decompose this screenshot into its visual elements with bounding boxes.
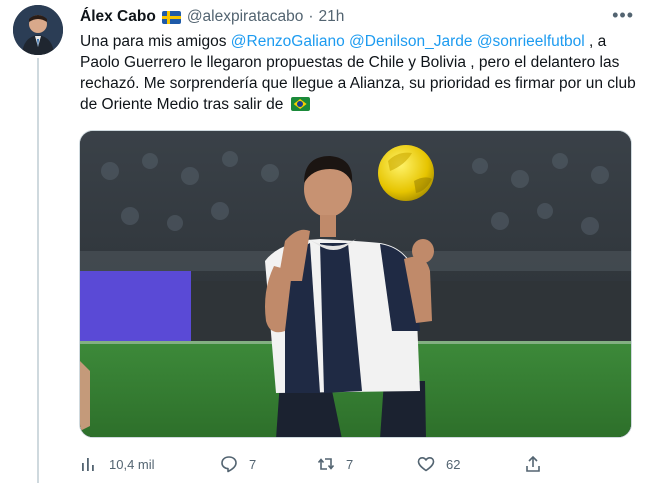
retweet-count: 7 <box>346 456 354 472</box>
views-chart-icon <box>82 458 94 471</box>
heart-icon <box>417 457 435 472</box>
retweet-icon <box>317 458 335 470</box>
avatar-image <box>13 5 63 55</box>
author-name[interactable]: Álex Cabo <box>80 8 156 26</box>
tweet-photo[interactable] <box>79 130 632 438</box>
avatar[interactable] <box>13 5 63 55</box>
more-options-icon[interactable]: ••• <box>612 6 634 24</box>
mention-sonrieelfutbol[interactable]: @sonrieelfutbol <box>477 33 585 50</box>
views-action[interactable]: 10,4 mil <box>80 452 155 476</box>
retweet-action[interactable]: 7 <box>317 452 353 476</box>
brazil-flag-icon <box>290 97 310 111</box>
views-count: 10,4 mil <box>109 456 155 472</box>
author-handle[interactable]: @alexpiratacabo <box>187 8 304 26</box>
tweet-header: Álex Cabo @alexpiratacabo · 21h ••• <box>80 6 638 28</box>
like-action[interactable]: 62 <box>417 452 460 476</box>
share-action[interactable] <box>524 452 542 476</box>
thread-line <box>37 58 39 483</box>
mention-denilson[interactable]: @Denilson_Jarde <box>349 33 472 50</box>
share-icon <box>526 455 540 472</box>
sweden-flag-icon <box>161 10 181 24</box>
football-player-image <box>80 131 631 437</box>
tweet-text-intro: Una para mis amigos <box>80 33 231 50</box>
like-count: 62 <box>446 456 461 472</box>
reply-count: 7 <box>249 456 257 472</box>
tweet-text: Una para mis amigos @RenzoGaliano @Denil… <box>80 31 636 115</box>
tweet-actions: 10,4 mil 7 7 62 <box>80 452 550 476</box>
tweet-time[interactable]: 21h <box>319 8 345 26</box>
mention-renzo[interactable]: @RenzoGaliano <box>231 33 345 50</box>
reply-action[interactable]: 7 <box>220 452 256 476</box>
reply-icon <box>221 456 237 473</box>
separator-dot: · <box>308 8 314 25</box>
